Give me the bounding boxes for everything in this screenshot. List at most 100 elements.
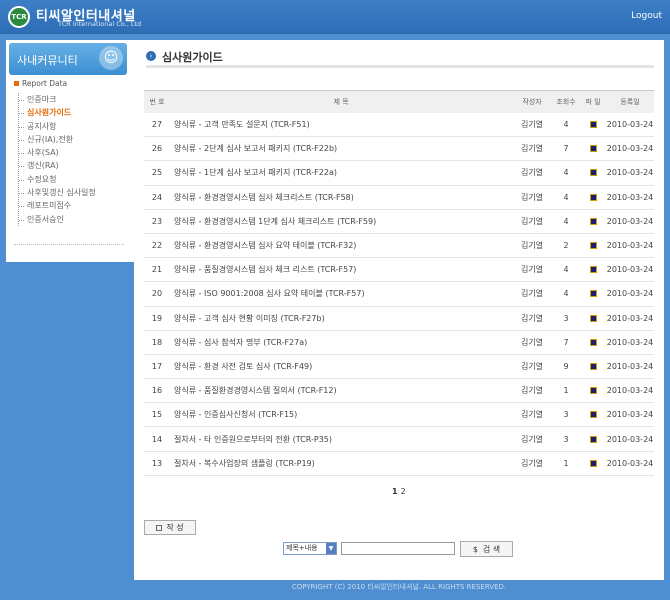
file-disk-icon[interactable] — [589, 242, 597, 250]
row-title-link[interactable]: 양식류 - 환경경영시스템 심사 체크리스트 (TCR-F58) — [170, 185, 512, 210]
row-title-link[interactable]: 양식류 - 환경 사전 검토 심사 (TCR-F49) — [170, 354, 512, 380]
row-number: 15 — [144, 402, 170, 428]
row-author: 김기열 — [512, 306, 552, 331]
row-file[interactable] — [580, 378, 606, 404]
file-disk-icon[interactable] — [589, 217, 597, 225]
row-title-link[interactable]: 절차서 - 타 인증원으로부터의 전환 (TCR-P35) — [170, 426, 512, 452]
file-disk-icon[interactable] — [589, 362, 597, 370]
row-title-link[interactable]: 양식류 - 고객 심사 현황 이미징 (TCR-F27b) — [170, 306, 512, 331]
sidebar-section: Report Data — [14, 79, 67, 88]
row-author: 김기열 — [512, 233, 552, 259]
row-date: 2010-03-24 — [606, 281, 654, 307]
file-disk-icon[interactable] — [589, 145, 597, 153]
row-title-link[interactable]: 양식류 - 2단계 심사 보고서 패키지 (TCR-F22b) — [170, 136, 512, 162]
row-file[interactable] — [580, 185, 606, 210]
row-author: 김기열 — [512, 281, 552, 307]
file-disk-icon[interactable] — [589, 266, 597, 274]
row-date: 2010-03-24 — [606, 354, 654, 380]
row-file[interactable] — [580, 112, 606, 138]
file-disk-icon[interactable] — [589, 387, 597, 395]
file-disk-icon[interactable] — [589, 169, 597, 177]
table-row: 25 양식류 - 1단계 심사 보고서 패키지 (TCR-F22a) 김기열 4 201… — [144, 160, 654, 186]
table-row: 23 양식류 - 환경경영시스템 1단계 심사 체크리스트 (TCR-F59) 김기… — [144, 209, 654, 234]
table-row: 19 양식류 - 고객 심사 현황 이미징 (TCR-F27b) 김기열 3 2010-… — [144, 306, 654, 331]
search-input[interactable] — [341, 542, 455, 555]
bullet-icon — [14, 81, 19, 86]
sidebar-item[interactable]: 수정요청 — [19, 173, 128, 186]
row-number: 19 — [144, 306, 170, 331]
row-views: 9 — [552, 354, 580, 380]
page-title-bar: › 심사원가이드 — [146, 48, 654, 68]
row-number: 16 — [144, 378, 170, 404]
row-file[interactable] — [580, 306, 606, 331]
row-date: 2010-03-24 — [606, 160, 654, 186]
page-link[interactable]: 2 — [401, 487, 406, 496]
row-file[interactable] — [580, 257, 606, 283]
table-row: 27 양식류 - 고객 만족도 설문지 (TCR-F51) 김기열 4 2010-03-… — [144, 112, 654, 138]
row-date: 2010-03-24 — [606, 378, 654, 404]
row-title-link[interactable]: 절차서 - 복수사업장의 샘플링 (TCR-P19) — [170, 451, 512, 476]
row-views: 3 — [552, 306, 580, 331]
file-disk-icon[interactable] — [589, 193, 597, 201]
row-title-link[interactable]: 양식류 - 1단계 심사 보고서 패키지 (TCR-F22a) — [170, 160, 512, 186]
row-author: 김기열 — [512, 426, 552, 452]
file-disk-icon[interactable] — [589, 411, 597, 419]
sidebar-item[interactable]: 갱신(RA) — [19, 159, 128, 172]
row-file[interactable] — [580, 330, 606, 355]
row-author: 김기열 — [512, 451, 552, 476]
table-row: 16 양식류 - 품질환경경영시스템 질의서 (TCR-F12) 김기열 1 2010-… — [144, 378, 654, 404]
page-link[interactable]: 1 — [392, 487, 398, 496]
sidebar-item[interactable]: 사후및갱신 심사일정 — [19, 186, 128, 199]
sidebar-item[interactable]: 레포트미접수 — [19, 199, 128, 212]
company-logo[interactable]: TCR — [8, 6, 30, 28]
row-date: 2010-03-24 — [606, 402, 654, 428]
row-title-link[interactable]: 양식류 - ISO 9001:2008 심사 요약 테이블 (TCR-F57) — [170, 281, 512, 307]
row-title-link[interactable]: 양식류 - 고객 만족도 설문지 (TCR-F51) — [170, 112, 512, 138]
row-file[interactable] — [580, 451, 606, 476]
col-views-header: 조회수 — [552, 90, 580, 113]
search-button[interactable]: $ 검 색 — [460, 541, 513, 557]
page-title: 심사원가이드 — [162, 51, 223, 64]
row-title-link[interactable]: 양식류 - 인증심사신청서 (TCR-F15) — [170, 402, 512, 428]
sidebar-item[interactable]: 신규(IA),전환 — [19, 133, 128, 146]
row-file[interactable] — [580, 426, 606, 452]
row-title-link[interactable]: 양식류 - 심사 참석자 명부 (TCR-F27a) — [170, 330, 512, 355]
row-number: 18 — [144, 330, 170, 355]
row-title-link[interactable]: 양식류 - 환경경영시스템 1단계 심사 체크리스트 (TCR-F59) — [170, 209, 512, 234]
table-row: 13 절차서 - 복수사업장의 샘플링 (TCR-P19) 김기열 1 2010-03-… — [144, 451, 654, 476]
logout-link[interactable]: Logout — [631, 11, 662, 21]
file-disk-icon[interactable] — [589, 120, 597, 128]
row-author: 김기열 — [512, 160, 552, 186]
search-field-select[interactable]: 제목+내용 ▼ — [283, 542, 337, 555]
sidebar-item[interactable]: 공지사항 — [19, 120, 128, 133]
row-file[interactable] — [580, 354, 606, 380]
col-author-header: 작성자 — [512, 90, 552, 113]
col-file-header: 파 일 — [580, 90, 606, 113]
sidebar-item[interactable]: 사후(SA) — [19, 146, 128, 159]
col-title-header: 제 목 — [170, 90, 512, 113]
row-file[interactable] — [580, 233, 606, 259]
file-disk-icon[interactable] — [589, 459, 597, 467]
file-disk-icon[interactable] — [589, 290, 597, 298]
file-disk-icon[interactable] — [589, 435, 597, 443]
file-disk-icon[interactable] — [589, 338, 597, 346]
row-author: 김기열 — [512, 112, 552, 138]
row-file[interactable] — [580, 281, 606, 307]
top-header: TCR 티씨알인터내셔널 TCR International Co., Ltd … — [0, 0, 670, 34]
sidebar-item[interactable]: 심사원가이드 — [19, 106, 128, 119]
row-file[interactable] — [580, 402, 606, 428]
col-date-header: 등록일 — [606, 90, 654, 113]
row-file[interactable] — [580, 160, 606, 186]
sidebar-item[interactable]: 인증마크 — [19, 93, 128, 106]
file-disk-icon[interactable] — [589, 314, 597, 322]
sidebar-section-label: Report Data — [22, 79, 68, 88]
write-button[interactable]: 작 성 — [144, 520, 196, 535]
row-number: 26 — [144, 136, 170, 162]
sidebar-item[interactable]: 인증서승인 — [19, 213, 128, 226]
row-file[interactable] — [580, 209, 606, 234]
row-title-link[interactable]: 양식류 - 품질경영시스템 심사 체크 리스트 (TCR-F57) — [170, 257, 512, 283]
row-file[interactable] — [580, 136, 606, 162]
pagination: 12 — [392, 487, 409, 496]
row-title-link[interactable]: 양식류 - 환경경영시스템 심사 요약 테이블 (TCR-F32) — [170, 233, 512, 259]
row-title-link[interactable]: 양식류 - 품질환경경영시스템 질의서 (TCR-F12) — [170, 378, 512, 404]
